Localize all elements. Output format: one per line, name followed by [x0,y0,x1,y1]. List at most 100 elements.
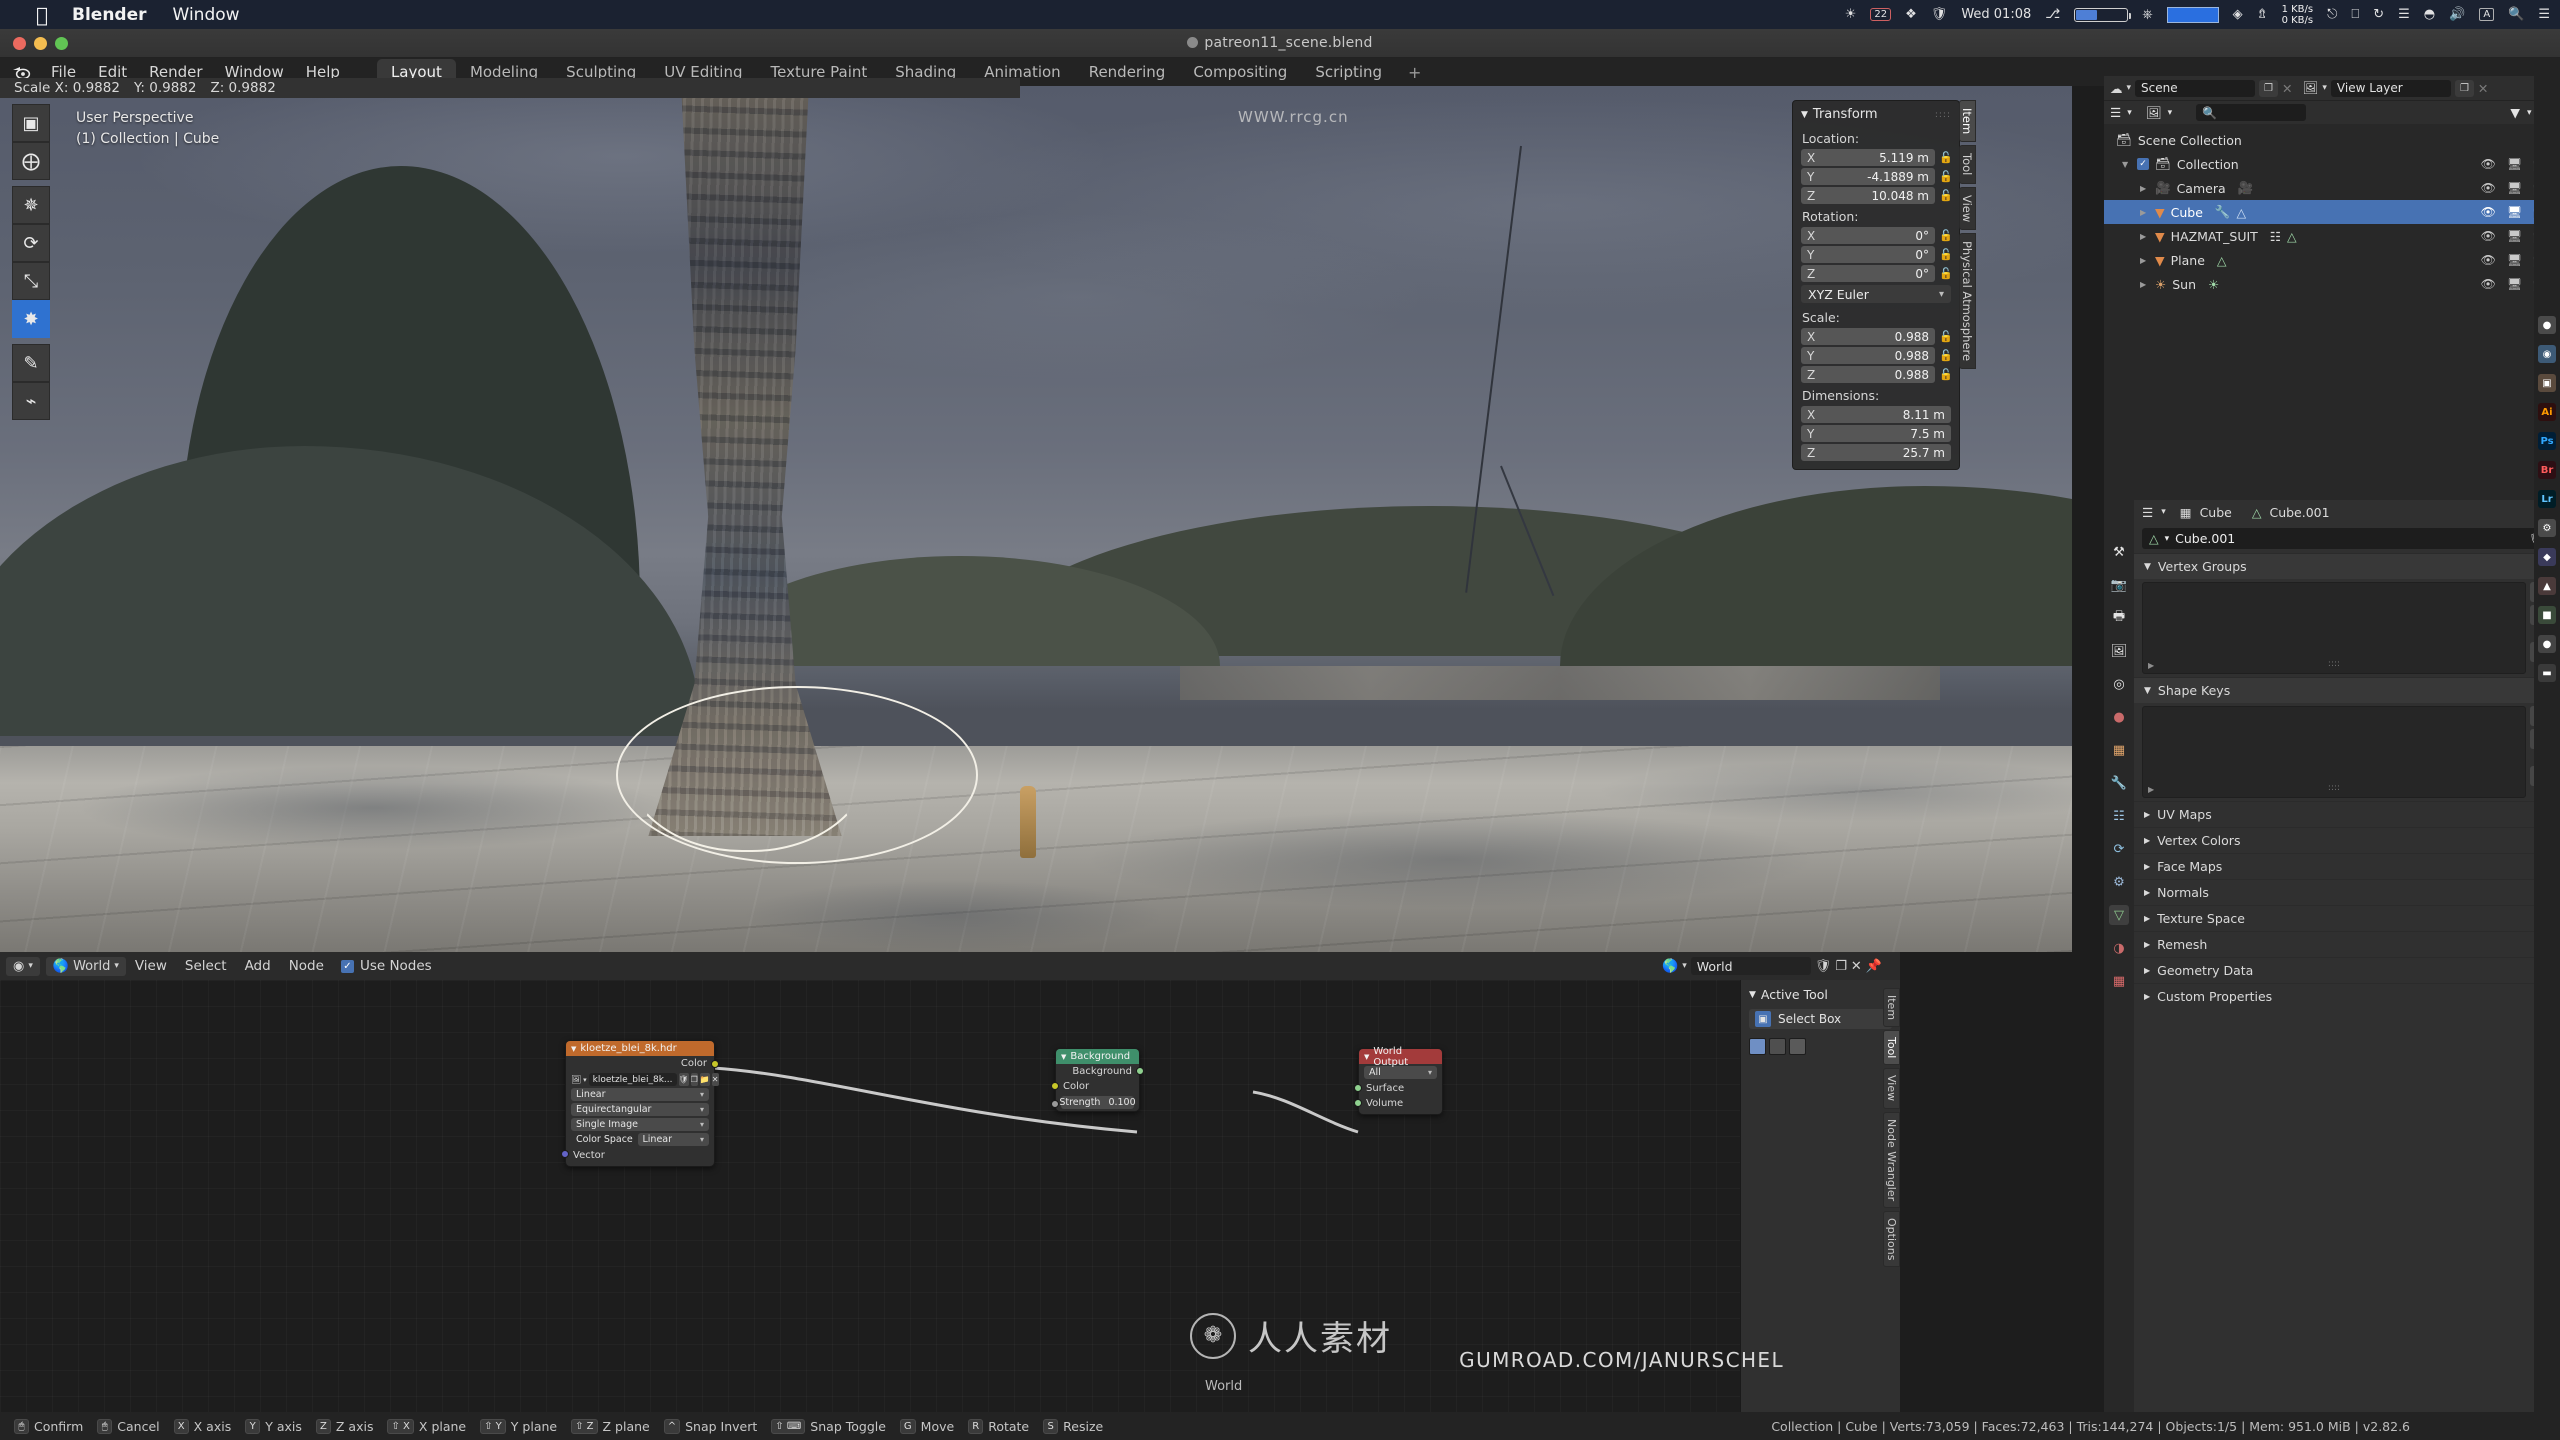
icon-generic-4[interactable]: ⚙ [2538,519,2556,537]
environment-texture-node-header[interactable]: ▼ kloetze_blei_8k.hdr [566,1041,714,1056]
bluetooth-icon[interactable]: ⎇ [2045,7,2060,22]
rotation-y-value[interactable]: 0° [1915,248,1929,262]
environment-texture-image-name[interactable]: kloetzle_blei_8k... [588,1073,677,1086]
icon-generic-5[interactable]: ◆ [2538,548,2556,566]
disclosure-triangle-icon[interactable]: ▶ [2140,208,2149,217]
scene-browse-icon[interactable]: ☁ [2110,81,2123,96]
input-socket-vector[interactable] [561,1150,569,1158]
sidebar-tab-physical-atmosphere[interactable]: Physical Atmosphere [1959,232,1976,369]
camera-data-icon[interactable]: 🎥 [2238,180,2254,196]
mesh-datablock-name-field[interactable]: △ ▾ Cube.001 🛡 [2142,528,2552,549]
rotation-x-value[interactable]: 0° [1915,229,1929,243]
icon-generic-7[interactable]: ■ [2538,606,2556,624]
environment-texture-node[interactable]: ▼ kloetze_blei_8k.hdr Color 🖼 ▾ kloetzle… [561,1040,719,1167]
node-sidebar-tab-tool[interactable]: Tool [1883,1030,1900,1066]
properties-tab-material[interactable]: ◑ [2109,938,2129,958]
disclosure-triangle-icon[interactable]: ▶ [2140,256,2149,265]
screen-icon[interactable]: 🖥 [2507,229,2522,243]
lock-open-icon[interactable]: 🔓 [1939,151,1953,164]
select-mode-extend-icon[interactable] [1769,1038,1786,1055]
properties-tab-view-layer[interactable]: 🖼 [2109,641,2129,661]
resize-grip-icon[interactable]: :::: [2328,659,2340,669]
output-socket-color[interactable] [711,1060,719,1068]
eye-icon[interactable]: 👁 [2481,181,2496,195]
screen-icon[interactable]: 🖥 [2507,181,2522,195]
control-center-icon[interactable]: ☰ [2538,7,2550,22]
shape-keys-list[interactable]: ▶:::: [2142,706,2526,798]
breadcrumb-mesh[interactable]: Cube.001 [2269,505,2329,520]
icon-generic-8[interactable]: ● [2538,635,2556,653]
scale-x-row[interactable]: X 0.988 🔓 [1793,328,1959,345]
unlink-icon[interactable]: ✕ [1851,959,1862,974]
section-normals[interactable]: ▶Normals:::: [2134,879,2560,905]
input-socket-volume[interactable] [1354,1099,1362,1107]
properties-tab-constraints[interactable]: ⚙ [2109,872,2129,892]
projection-dropdown[interactable]: Equirectangular ▾ [571,1103,709,1116]
siri-icon[interactable]: ☀ [1845,7,1857,22]
section-vertex-groups[interactable]: ▼ Vertex Groups :::: [2134,553,2560,579]
background-output-row[interactable]: Background [1056,1064,1144,1079]
properties-tab-particles[interactable]: ☷ [2109,806,2129,826]
select-mode-subtract-icon[interactable] [1789,1038,1806,1055]
airplay-icon[interactable]: ⎕ [2351,7,2359,22]
properties-tab-scene[interactable]: ◎ [2109,674,2129,694]
color-space-dropdown[interactable]: Color Space Linear ▾ [571,1133,709,1146]
icon-generic-2[interactable]: ◉ [2538,345,2556,363]
tweak-select-box-tool[interactable]: ▣ [12,104,50,142]
sidebar-tab-item[interactable]: Item [1959,100,1976,143]
dimensions-x-value[interactable]: 8.11 m [1903,408,1945,422]
new-view-layer-icon[interactable]: ❐ [2454,79,2474,97]
new-world-icon[interactable]: ❐ [1835,959,1847,974]
macos-app-name[interactable]: Blender [72,5,147,25]
app-icon-psd[interactable]: Ps [2538,432,2556,450]
icon-generic-9[interactable]: ▬ [2538,664,2556,682]
scale-y-row[interactable]: Y 0.988 🔓 [1793,347,1959,364]
calendar-22-icon[interactable]: 22 [1870,8,1892,21]
section-remesh[interactable]: ▶Remesh:::: [2134,931,2560,957]
scale-x-value[interactable]: 0.988 [1895,330,1929,344]
output-socket-shader[interactable] [1136,1067,1144,1075]
outliner-search-input[interactable]: 🔍 [2196,104,2307,121]
annotate-tool[interactable]: ✎ [12,344,50,382]
spotlight-search-icon[interactable]: 🔍 [2508,7,2524,22]
expand-icon[interactable]: ▶ [2148,785,2154,794]
app-icon-lr[interactable]: Lr [2538,490,2556,508]
macos-menu-window[interactable]: Window [173,5,240,25]
workspace-tab-compositing[interactable]: Compositing [1179,59,1301,85]
input-socket-surface[interactable] [1354,1084,1362,1092]
eye-icon[interactable]: 👁 [2481,253,2496,267]
lock-open-icon[interactable]: 🔓 [1939,170,1953,183]
properties-tab-render[interactable]: 📷 [2109,575,2129,595]
location-x-value[interactable]: 5.119 m [1879,151,1929,165]
sidebar-tab-view[interactable]: View [1959,186,1976,230]
timemachine-icon[interactable]: ↻ [2373,7,2384,22]
world-output-volume-input[interactable]: Volume [1354,1096,1442,1114]
rotation-x-row[interactable]: X 0° 🔓 [1793,227,1959,244]
lock-open-icon[interactable]: 🔓 [1939,330,1953,343]
input-socket-strength[interactable] [1051,1100,1059,1108]
location-z-row[interactable]: Z 10.048 m 🔓 [1793,187,1959,204]
dropper-icon[interactable]: ◈ [2233,7,2243,22]
scale-tool[interactable]: ⤡ [12,262,50,300]
environment-texture-image-row[interactable]: 🖼 ▾ kloetzle_blei_8k... 🛡 ❐ 📁 ✕ [571,1073,719,1086]
input-source-A-icon[interactable]: A [2479,8,2495,21]
new-scene-icon[interactable]: ❐ [2259,79,2279,97]
viewport-hazmat-suit-figure[interactable] [1020,786,1036,858]
background-node[interactable]: ▼ Background Background Color Strength 0… [1051,1048,1144,1112]
input-socket-color[interactable] [1051,1082,1059,1090]
pin-icon[interactable]: 📌 [1866,959,1882,974]
display-blue-icon[interactable] [2166,6,2219,23]
outliner-editor[interactable]: ☁ ▾ Scene ❐ ✕ 🖼 ▾ View Layer ❐ ✕ ☰ ▾ 🖼 ▾… [2104,76,2560,500]
environment-texture-color-output[interactable]: Color [566,1056,719,1071]
workspace-tab-rendering[interactable]: Rendering [1075,59,1180,85]
node-menu-select[interactable]: Select [176,956,236,976]
properties-tab-texture[interactable]: ▦ [2109,971,2129,991]
view-layer-name-field[interactable]: View Layer [2330,79,2451,97]
location-x-row[interactable]: X 5.119 m 🔓 [1793,149,1959,166]
rotation-z-value[interactable]: 0° [1915,267,1929,281]
eye-icon[interactable]: 👁 [2481,229,2496,243]
dimensions-y-value[interactable]: 7.5 m [1910,427,1945,441]
properties-tab-physics[interactable]: ⟳ [2109,839,2129,859]
sun-data-icon[interactable]: ☀ [2208,277,2219,292]
properties-tab-tool[interactable]: ⚒ [2109,542,2129,562]
